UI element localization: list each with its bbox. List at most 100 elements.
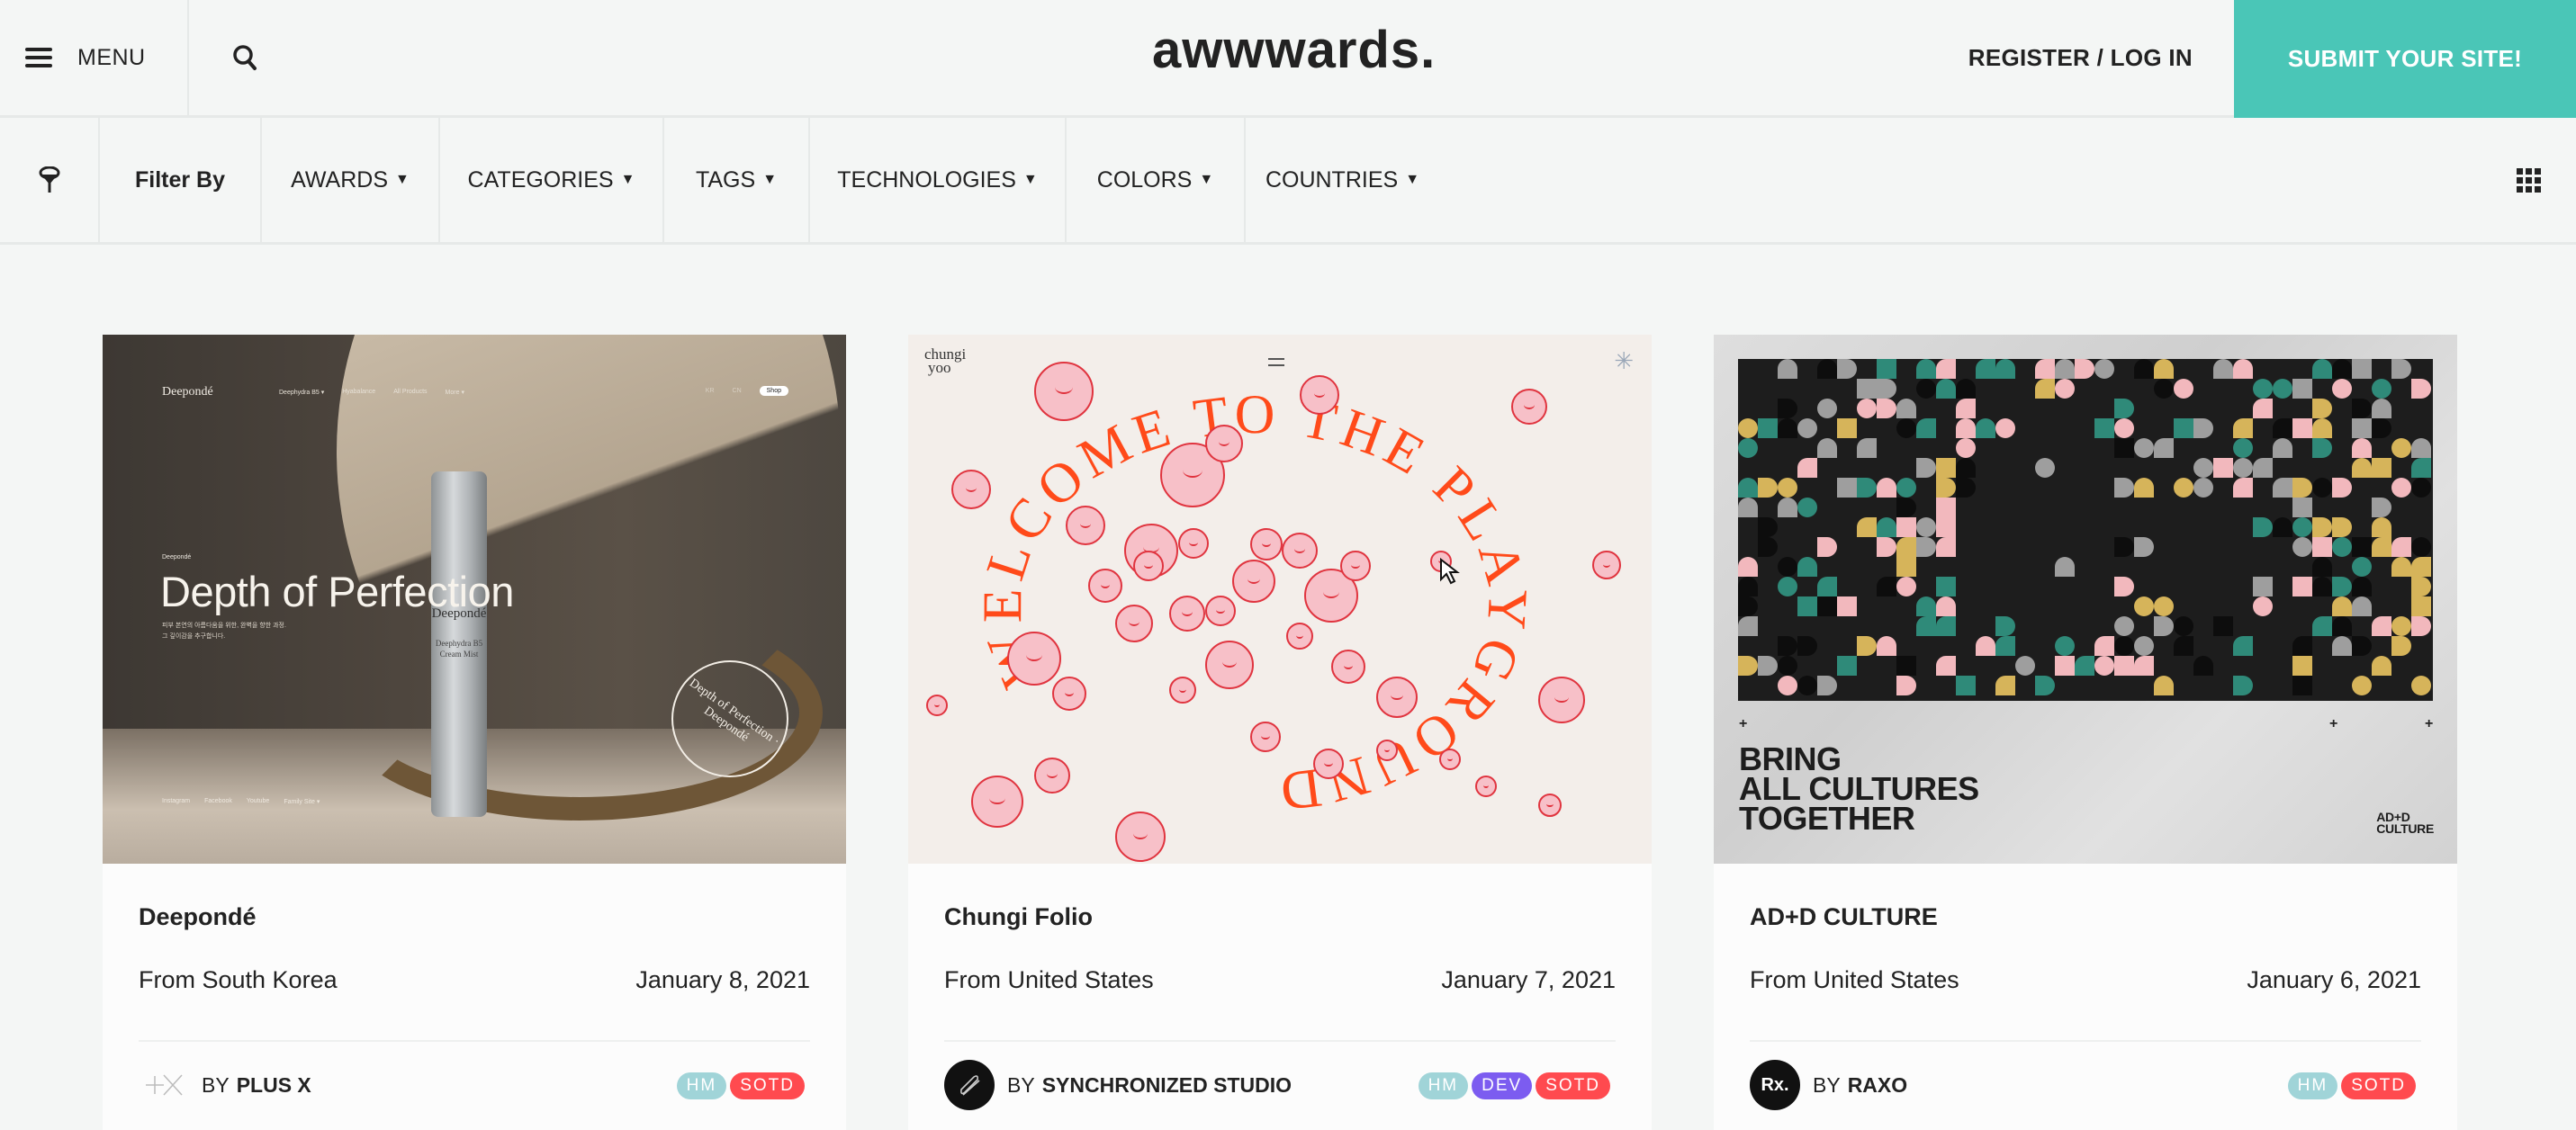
smiley-sticker (1066, 506, 1105, 545)
pattern-tile (1857, 517, 1877, 537)
pattern-tile (2114, 438, 2134, 458)
pattern-tile (1778, 498, 1797, 517)
pattern-tile (1877, 478, 1896, 498)
pattern-tile (1778, 359, 1797, 379)
smiley-sticker (926, 695, 948, 716)
thumbnail-description: 피부 본연의 아름다움을 위한, 완벽을 향한 과정. 그 깊이감을 추구합니다… (162, 621, 286, 642)
pattern-tile (2193, 478, 2213, 498)
site-thumbnail[interactable]: chungi yoo ✳ WELCOME TO THE PLAYGROUND (908, 335, 1652, 864)
pattern-tile (1936, 577, 1956, 596)
pattern-tile (2372, 656, 2391, 676)
smiley-sticker (1178, 528, 1209, 559)
pattern-tile (1778, 418, 1797, 438)
smiley-sticker (1475, 776, 1497, 797)
thumbnail-eyebrow: Deepondé (162, 554, 192, 561)
badge-sotd[interactable]: SOTD (1536, 1072, 1610, 1099)
pattern-tile (2391, 478, 2411, 498)
smiley-sticker (1511, 389, 1547, 425)
badge-sotd[interactable]: SOTD (2341, 1072, 2416, 1099)
pattern-tile (1817, 359, 1837, 379)
pattern-tile (2332, 577, 2352, 596)
badge-dev[interactable]: DEV (1472, 1072, 1533, 1099)
menu-label: MENU (77, 44, 146, 70)
pattern-tile (2193, 458, 2213, 478)
menu-button[interactable]: MENU (0, 0, 189, 115)
pattern-tile (2233, 478, 2253, 498)
pattern-tile (2154, 379, 2174, 399)
pattern-tile (2055, 557, 2075, 577)
bottle-product: Deephydra B5 Cream Mist (435, 639, 483, 659)
search-button[interactable] (191, 0, 299, 115)
pattern-tile (1857, 438, 1877, 458)
site-title[interactable]: Chungi Folio (944, 903, 1093, 931)
pattern-tile (1936, 458, 1956, 478)
thumbnail-footer-link: Family Site ▾ (284, 799, 320, 805)
card-divider (944, 1040, 1616, 1042)
author-link[interactable]: Rx. BY RAXO (1750, 1060, 1907, 1110)
smiley-sticker (1538, 677, 1585, 723)
pattern-tile (1797, 557, 1817, 577)
pattern-tile (2312, 537, 2332, 557)
pattern-tile (2292, 498, 2312, 517)
pattern-tile (2372, 616, 2391, 636)
pattern-tile (2312, 557, 2332, 577)
filter-technologies[interactable]: TECHNOLOGIES ▼ (810, 118, 1067, 242)
pattern-tile (2292, 478, 2312, 498)
filter-tags[interactable]: TAGS ▼ (664, 118, 810, 242)
pattern-tile (1916, 596, 1936, 616)
site-title[interactable]: Deepondé (139, 903, 257, 931)
pattern-tile (2391, 438, 2411, 458)
submit-site-button[interactable]: SUBMIT YOUR SITE! (2234, 0, 2576, 118)
mini-logo-line: CULTURE (2376, 821, 2434, 836)
badge-hm[interactable]: HM (2287, 1072, 2338, 1099)
filter-awards[interactable]: AWARDS ▼ (262, 118, 440, 242)
badge-sotd[interactable]: SOTD (730, 1072, 805, 1099)
pattern-tile (1857, 399, 1877, 418)
smiley-sticker (1592, 551, 1621, 579)
site-thumbnail[interactable]: Deepondé Deephydra B5 ▾ Hyabalance All P… (103, 335, 846, 864)
badge-hm[interactable]: HM (1418, 1072, 1469, 1099)
pattern-tile (2253, 596, 2273, 616)
pattern-tile (2411, 676, 2431, 695)
pattern-tile (2213, 458, 2233, 478)
filter-colors[interactable]: COLORS ▼ (1067, 118, 1246, 242)
pattern-tile (1877, 379, 1896, 399)
pattern-tile (1738, 596, 1758, 616)
author-link[interactable]: BY PLUS X (139, 1060, 311, 1110)
seal-text: Depth of Perfection · Deepondé (687, 676, 782, 749)
pattern-tile (2411, 438, 2431, 458)
pattern-tile (1877, 399, 1896, 418)
site-title[interactable]: AD+D CULTURE (1750, 903, 1938, 931)
filter-countries[interactable]: COUNTRIES ▼ (1246, 118, 1439, 242)
thumbnail-nav-item: Hyabalance (342, 389, 376, 395)
grid-view-icon[interactable] (2517, 168, 2542, 193)
pattern-tile (2273, 379, 2292, 399)
filter-awards-label: AWARDS (291, 166, 389, 193)
badge-hm[interactable]: HM (676, 1072, 727, 1099)
by-label: BY (1007, 1072, 1035, 1097)
pattern-tile (2391, 636, 2411, 656)
pattern-tile (2292, 636, 2312, 656)
register-login-link[interactable]: REGISTER / LOG IN (1968, 0, 2193, 115)
site-thumbnail[interactable]: + + + BRING ALL CULTURES TOGETHER AD+D C… (1714, 335, 2457, 864)
author-link[interactable]: BY SYNCHRONIZED STUDIO (944, 1060, 1292, 1110)
pattern-tile (2352, 418, 2372, 438)
pattern-tile (1758, 478, 1778, 498)
smiley-sticker (1205, 596, 1236, 626)
pattern-tile (2035, 676, 2055, 695)
filter-categories[interactable]: CATEGORIES ▼ (440, 118, 664, 242)
pattern-tile (1778, 577, 1797, 596)
pattern-tile (2055, 359, 2075, 379)
smiley-sticker (1286, 623, 1313, 650)
pattern-tile (2372, 458, 2391, 478)
author-avatar (139, 1060, 189, 1110)
pattern-tile (1837, 656, 1857, 676)
pattern-tile (1758, 656, 1778, 676)
pattern-tile (2233, 676, 2253, 695)
awwwards-logo[interactable]: awwwards. (1152, 20, 1436, 80)
pattern-tile (1956, 438, 1976, 458)
pattern-tile (2312, 399, 2332, 418)
thumbnail-lang: CN (732, 388, 742, 394)
smiley-sticker (1313, 749, 1344, 779)
filter-toggle[interactable] (0, 118, 100, 242)
